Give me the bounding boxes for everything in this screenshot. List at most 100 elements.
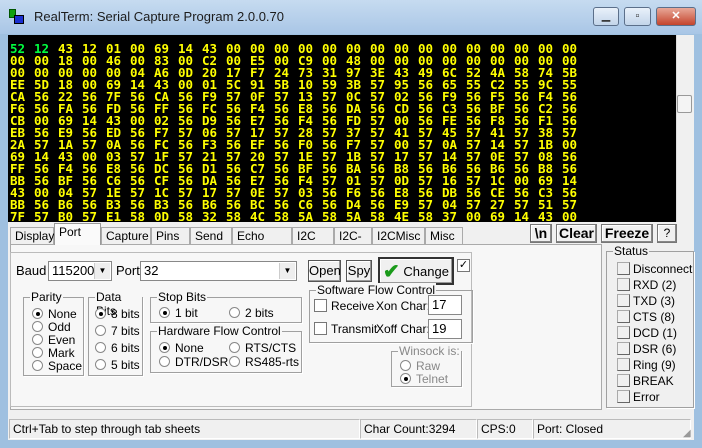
tab-port[interactable]: Port <box>54 223 101 245</box>
winsock-group: Winsock is: Raw Telnet <box>391 344 462 387</box>
transmit-checkbox[interactable] <box>314 322 327 335</box>
status-hint: Ctrl+Tab to step through tab sheets <box>9 419 360 439</box>
status-label: Disconnect <box>633 262 693 276</box>
receive-checkbox[interactable] <box>314 299 327 312</box>
radio-icon <box>400 373 411 384</box>
terminal-line: 7F 57 B0 57 E1 58 0D 58 32 58 4C 58 5A 58 5A 58 4E 58 37 00… <box>10 209 676 222</box>
led-icon <box>617 326 630 339</box>
freeze-button[interactable]: Freeze <box>601 224 653 243</box>
hex-byte: 57 <box>34 209 50 222</box>
option-label: 7 bits <box>111 324 140 338</box>
status-label: CTS (8) <box>633 310 675 324</box>
stopbits-option[interactable]: 1 bit <box>159 307 198 320</box>
data-bits-group: Data Bits 8 bits 7 bits 6 bits 5 bits <box>88 290 143 376</box>
databits-option[interactable]: 7 bits <box>95 325 140 338</box>
radio-icon <box>159 307 170 318</box>
minimize-button[interactable]: ▁ <box>593 7 619 26</box>
close-button[interactable]: ✕ <box>656 7 696 26</box>
port-value: 32 <box>144 263 159 278</box>
xon-char-input[interactable]: 17 <box>428 295 462 315</box>
hwflow-option[interactable]: RS485-rts <box>229 356 299 369</box>
hex-byte: 0D <box>154 209 170 222</box>
hex-byte: E1 <box>106 209 122 222</box>
led-icon <box>617 374 630 387</box>
hex-byte: 37 <box>442 209 458 222</box>
port-select[interactable]: 32 ▼ <box>140 261 297 281</box>
option-label: 2 bits <box>245 306 274 320</box>
terminal-display[interactable]: 52 12 43 12 01 00 69 14 43 00 00 00 00 00 00 00 00 00 00 00… <box>8 35 676 222</box>
receive-label: Receive <box>331 299 375 313</box>
tab-i2cmisc[interactable]: I2CMisc <box>372 227 425 245</box>
option-label: Mark <box>48 346 75 360</box>
stopbits-option[interactable]: 2 bits <box>229 307 274 320</box>
option-label: Even <box>48 333 76 347</box>
led-icon <box>617 342 630 355</box>
maximize-button[interactable]: ▫ <box>624 7 651 26</box>
winsock-title: Winsock is: <box>398 344 461 358</box>
xon-label: Xon Char: <box>376 299 431 313</box>
change-button[interactable]: ✔ Change <box>378 257 454 285</box>
software-flow-title: Software Flow Control <box>316 283 437 297</box>
hex-byte: 43 <box>538 209 554 222</box>
hwflow-option[interactable]: DTR/DSR <box>159 356 228 369</box>
hex-byte: 58 <box>370 209 386 222</box>
xoff-char-input[interactable]: 19 <box>428 319 462 339</box>
tab-pins[interactable]: Pins <box>151 227 190 245</box>
hex-byte: 5A <box>298 209 314 222</box>
tab-capture[interactable]: Capture <box>101 227 151 245</box>
option-label: RTS/CTS <box>245 341 297 355</box>
help-button[interactable]: ? <box>657 224 677 243</box>
hex-byte: 14 <box>514 209 530 222</box>
status-title: Status <box>613 244 650 258</box>
status-label: DCD (1) <box>633 326 677 340</box>
terminal-scrollbar[interactable] <box>676 35 694 222</box>
status-label: TXD (3) <box>633 294 675 308</box>
tab-misc[interactable]: Misc <box>425 227 463 245</box>
option-label: Telnet <box>416 372 449 386</box>
resize-grip-icon[interactable]: ◢ <box>683 428 691 439</box>
hex-byte: 58 <box>322 209 338 222</box>
tab-i2c-2[interactable]: I2C-2 <box>334 227 372 260</box>
status-indicator: Ring (9) <box>617 358 676 372</box>
hwflow-option[interactable]: RTS/CTS <box>229 342 296 355</box>
open-button[interactable]: Open <box>308 260 341 282</box>
hex-byte: 4C <box>250 209 266 222</box>
checkmark-icon: ✔ <box>383 261 400 283</box>
clear-button[interactable]: Clear <box>556 224 597 243</box>
databits-option[interactable]: 6 bits <box>95 342 140 355</box>
parity-option[interactable]: Space <box>32 360 82 373</box>
tab-display[interactable]: Display <box>10 227 54 245</box>
auto-change-checkbox[interactable]: ✓ <box>457 259 470 272</box>
tab-i2c[interactable]: I2C <box>292 227 334 245</box>
status-group: Status Disconnect RXD (2) TXD (3) CTS (8) DCD… <box>606 244 694 408</box>
cps: CPS:0 <box>477 419 533 439</box>
hex-byte: 4E <box>394 209 410 222</box>
radio-icon <box>32 360 43 371</box>
baud-label: Baud <box>16 263 47 278</box>
status-indicator: CTS (8) <box>617 310 675 324</box>
databits-option[interactable]: 5 bits <box>95 359 140 372</box>
parity-title: Parity <box>30 290 63 304</box>
baud-select[interactable]: 115200 ▼ <box>48 261 112 281</box>
option-label: None <box>48 307 77 321</box>
option-label: 8 bits <box>111 307 140 321</box>
databits-option[interactable]: 8 bits <box>95 308 140 321</box>
status-label: Error <box>633 390 660 404</box>
tab-send[interactable]: Send <box>190 227 232 245</box>
hex-byte: 00 <box>466 209 482 222</box>
hex-byte: 5A <box>346 209 362 222</box>
status-indicator: DSR (6) <box>617 342 676 356</box>
hex-byte: 7F <box>10 209 26 222</box>
scrollbar-thumb[interactable] <box>677 95 692 113</box>
spy-button[interactable]: Spy <box>346 260 372 282</box>
change-label: Change <box>403 264 449 279</box>
winsock-option[interactable]: Telnet <box>400 373 448 386</box>
tab-echo-port[interactable]: Echo Port <box>232 227 292 260</box>
option-label: 5 bits <box>111 358 140 372</box>
hwflow-option[interactable]: None <box>159 342 204 355</box>
newline-button[interactable]: \n <box>530 224 552 243</box>
app-icon <box>8 9 24 25</box>
option-label: 6 bits <box>111 341 140 355</box>
software-flow-group: Software Flow Control Receive Xon Char: … <box>309 283 473 343</box>
transmit-label: Transmit <box>331 322 378 336</box>
